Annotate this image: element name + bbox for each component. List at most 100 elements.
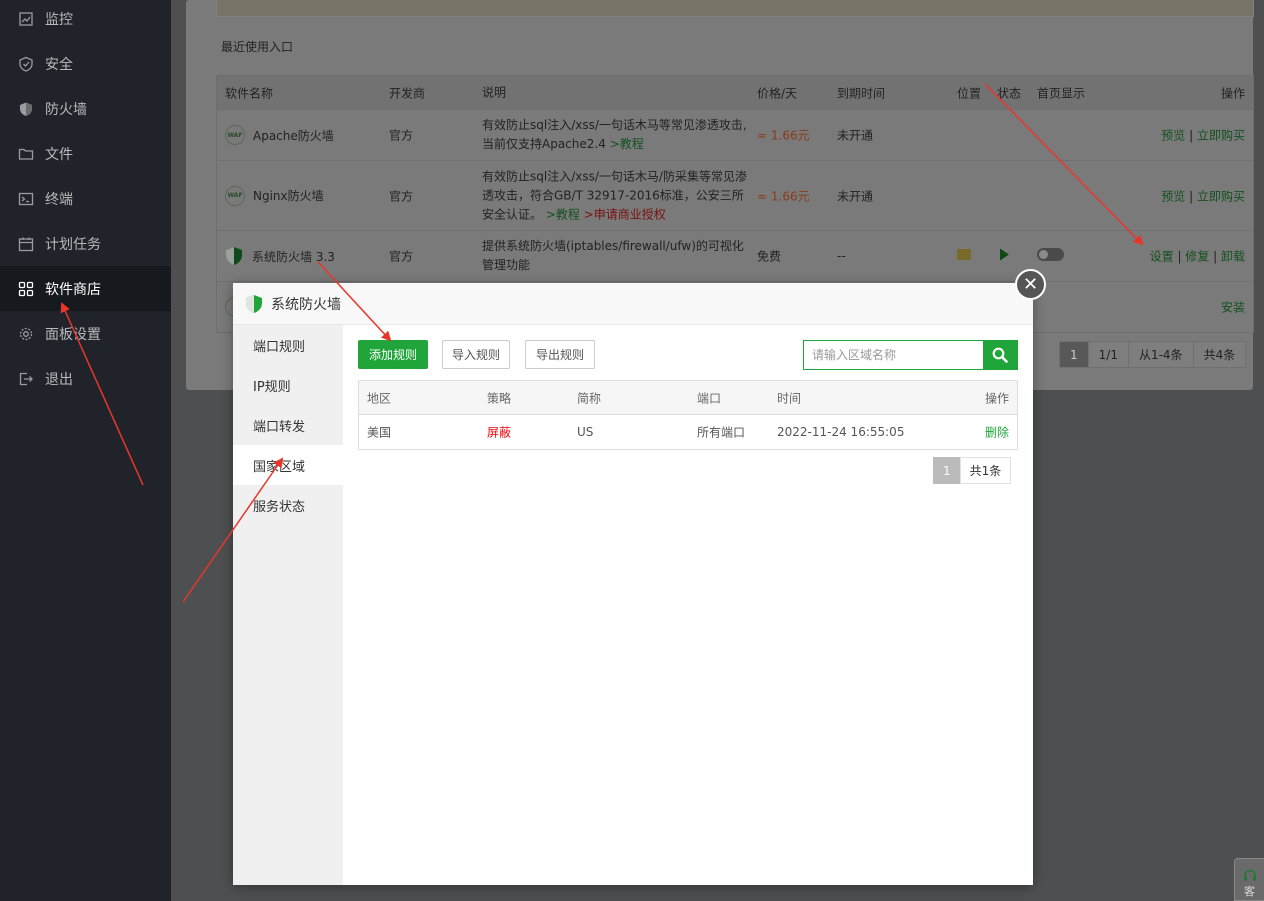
sidebar-item-security[interactable]: 安全: [0, 41, 171, 86]
repair-link[interactable]: 修复: [1185, 250, 1209, 264]
table-row: WAF Apache防火墙 官方 有效防止sql注入/xss/一句话木马等常见渗透…: [217, 110, 1253, 161]
notice-bar: [216, 0, 1254, 17]
software-price: ≈ 1.66元: [757, 128, 810, 143]
calendar-icon: [18, 236, 34, 252]
install-link[interactable]: 安装: [1221, 301, 1245, 315]
table-row: 美国 屏蔽 US 所有端口 2022-11-24 16:55:05 删除: [359, 415, 1017, 449]
waf-icon: WAF: [225, 125, 245, 145]
folder-icon: [18, 146, 34, 162]
tutorial-link[interactable]: >教程: [546, 207, 580, 221]
dialog-pager: 1 共1条: [933, 457, 1012, 484]
sidebar-item-label: 防火墙: [45, 101, 87, 118]
header-region: 地区: [367, 391, 392, 405]
sidebar-item-label: 退出: [45, 371, 73, 388]
header-home: 首页显示: [1037, 86, 1086, 100]
software-desc: 有效防止sql注入/xss/一句话木马/防采集等常见渗透攻击，符合GB/T 32…: [482, 169, 747, 221]
license-link[interactable]: >申请商业授权: [584, 207, 666, 221]
grid-icon: [18, 281, 34, 297]
pager-current[interactable]: 1: [933, 457, 961, 484]
sidebar-item-logout[interactable]: 退出: [0, 356, 171, 401]
header-port: 端口: [697, 391, 722, 405]
header-position: 位置: [957, 86, 982, 100]
software-dev: 官方: [389, 249, 414, 264]
header-name: 软件名称: [225, 86, 274, 100]
header-abbr: 简称: [577, 391, 602, 405]
customer-service-widget[interactable]: 客: [1234, 858, 1264, 901]
firewall-dialog: 系统防火墙 ✕ 端口规则 IP规则 端口转发 国家区域 服务状态 添加规则 导入…: [233, 269, 1046, 885]
import-rules-button[interactable]: 导入规则: [442, 340, 510, 369]
settings-link[interactable]: 设置: [1150, 250, 1174, 264]
header-op: 操作: [1220, 86, 1245, 100]
shield-icon: [246, 294, 262, 313]
sidebar-item-label: 计划任务: [45, 236, 101, 253]
cell-time: 2022-11-24 16:55:05: [777, 425, 905, 439]
cell-abbr: US: [577, 425, 594, 439]
cell-policy: 屏蔽: [487, 425, 512, 440]
nav-port-forward[interactable]: 端口转发: [233, 405, 343, 445]
shield-icon: [226, 247, 242, 265]
nav-port-rules[interactable]: 端口规则: [233, 325, 343, 365]
sidebar-item-terminal[interactable]: 终端: [0, 176, 171, 221]
sidebar: 监控 安全 防火墙 文件 终端 计划任务 软件商店 面板设置 退出: [0, 0, 171, 901]
sidebar-item-panel-settings[interactable]: 面板设置: [0, 311, 171, 356]
header-dev: 开发商: [389, 86, 426, 100]
header-state: 状态: [997, 86, 1022, 100]
software-expire: 未开通: [837, 189, 874, 203]
pager-pages: 1/1: [1087, 341, 1129, 368]
header-time: 时间: [777, 391, 802, 405]
nav-country-region[interactable]: 国家区域: [233, 445, 343, 485]
sidebar-item-files[interactable]: 文件: [0, 131, 171, 176]
region-search: [803, 340, 1018, 370]
search-icon: [992, 347, 1008, 363]
homepage-toggle[interactable]: [1037, 248, 1064, 261]
headset-icon: [1243, 869, 1256, 881]
buy-link[interactable]: 立即购买: [1197, 189, 1245, 203]
cell-port: 所有端口: [697, 425, 746, 440]
folder-open-icon[interactable]: [957, 249, 971, 260]
nav-ip-rules[interactable]: IP规则: [233, 365, 343, 405]
close-button[interactable]: ✕: [1015, 269, 1046, 300]
sidebar-item-label: 监控: [45, 11, 73, 28]
table-row: WAF Nginx防火墙 官方 有效防止sql注入/xss/一句话木马/防采集等常…: [217, 161, 1253, 231]
region-search-input[interactable]: [804, 341, 983, 369]
add-rule-button[interactable]: 添加规则: [358, 340, 428, 369]
pager-range: 从1-4条: [1127, 341, 1194, 368]
software-name: 系统防火墙 3.3: [252, 249, 335, 264]
uninstall-link[interactable]: 卸载: [1221, 250, 1245, 264]
table-header: 软件名称 开发商 说明 价格/天 到期时间 位置 状态 首页显示 操作: [217, 76, 1253, 110]
software-expire: 未开通: [837, 128, 874, 143]
header-desc: 说明: [482, 85, 507, 99]
sidebar-item-firewall[interactable]: 防火墙: [0, 86, 171, 131]
export-rules-button[interactable]: 导出规则: [525, 340, 595, 369]
software-dev: 官方: [389, 128, 414, 143]
terminal-icon: [18, 191, 34, 207]
sidebar-item-label: 文件: [45, 146, 73, 163]
dialog-title: 系统防火墙: [271, 296, 341, 313]
table-row: 系统防火墙 3.3 官方 提供系统防火墙(iptables/firewall/u…: [217, 231, 1253, 282]
sidebar-item-monitor[interactable]: 监控: [0, 0, 171, 41]
tutorial-link[interactable]: >教程: [610, 137, 644, 151]
nav-service-status[interactable]: 服务状态: [233, 485, 343, 525]
waf-icon: WAF: [225, 185, 245, 206]
background-pager: 1 1/1 从1-4条 共4条: [1059, 341, 1247, 368]
software-price: 免费: [757, 249, 782, 264]
header-policy: 策略: [487, 391, 512, 405]
logout-icon: [18, 371, 34, 387]
preview-link[interactable]: 预览: [1161, 189, 1185, 203]
recent-entries-label: 最近使用入口: [221, 40, 294, 54]
preview-link[interactable]: 预览: [1161, 129, 1185, 143]
play-icon[interactable]: [1000, 248, 1009, 261]
software-name: Nginx防火墙: [253, 189, 324, 203]
close-icon: ✕: [1022, 274, 1039, 295]
buy-link[interactable]: 立即购买: [1197, 129, 1245, 143]
pager-total: 共1条: [959, 457, 1012, 484]
sidebar-item-software-store[interactable]: 软件商店: [0, 266, 171, 311]
delete-link[interactable]: 删除: [985, 424, 1009, 441]
sidebar-item-cron[interactable]: 计划任务: [0, 221, 171, 266]
dialog-title-bar: 系统防火墙: [233, 283, 1033, 325]
search-button[interactable]: [983, 341, 1017, 369]
widget-label: 客: [1244, 885, 1255, 898]
pager-current[interactable]: 1: [1059, 341, 1089, 368]
software-desc: 提供系统防火墙(iptables/firewall/ufw)的可视化管理功能: [482, 239, 744, 272]
software-desc: 有效防止sql注入/xss/一句话木马等常见渗透攻击,当前仅支持Apache2.…: [482, 118, 747, 151]
